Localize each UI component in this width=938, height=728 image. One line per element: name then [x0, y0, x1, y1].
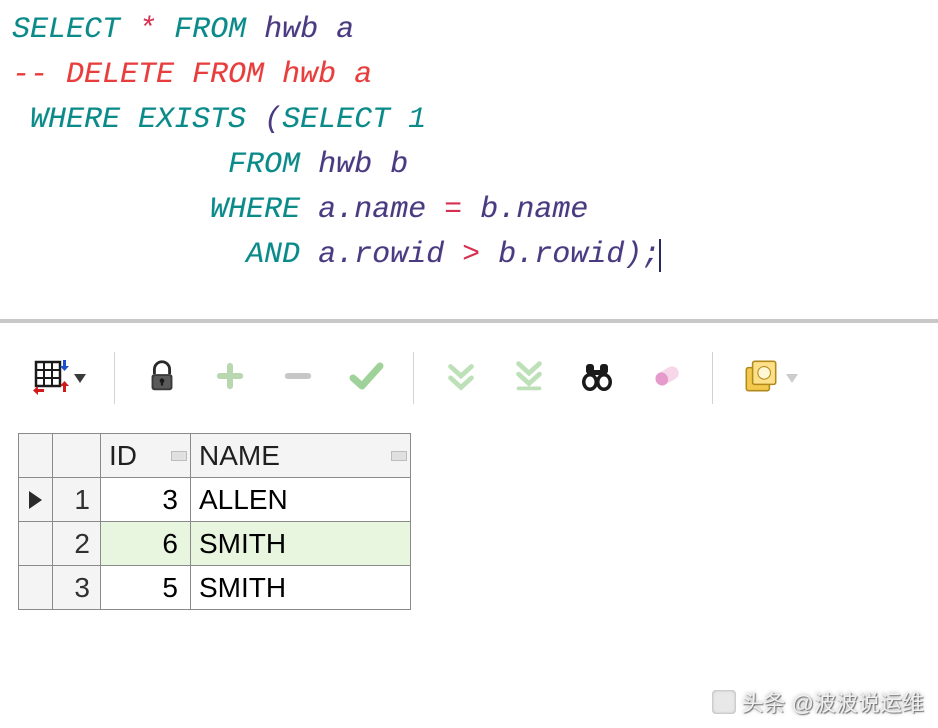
chevron-down-icon: [786, 374, 798, 383]
keyword-exists: EXISTS: [138, 103, 246, 137]
op-gt: >: [462, 238, 480, 272]
pill-icon: [646, 357, 684, 400]
dot: .: [336, 193, 354, 227]
ident-rowid: rowid: [354, 238, 444, 272]
column-label: ID: [109, 440, 137, 471]
dot: .: [336, 238, 354, 272]
keyword-where: WHERE: [210, 193, 300, 227]
ident-hwb: hwb: [264, 13, 318, 47]
dot: .: [498, 193, 516, 227]
row-indicator: [19, 478, 53, 522]
results-grid-wrap: ID NAME 1 3 ALLEN 2 6 SMITH 3 5 SMITH: [0, 423, 938, 610]
semicolon: ;: [642, 238, 660, 272]
lock-button[interactable]: [137, 357, 187, 399]
ident-name: name: [354, 193, 426, 227]
find-button[interactable]: [572, 357, 622, 399]
ident-name: name: [516, 193, 588, 227]
minus-icon: [281, 359, 315, 398]
keyword-and: AND: [246, 238, 300, 272]
cell-id[interactable]: 6: [101, 522, 191, 566]
plus-icon: [213, 359, 247, 398]
chevron-down-icon: [74, 374, 86, 383]
literal-1: 1: [408, 103, 426, 137]
ident-rowid: rowid: [534, 238, 624, 272]
keyword-select: SELECT: [282, 103, 390, 137]
row-number: 1: [53, 478, 101, 522]
text-cursor: [659, 239, 661, 272]
double-chevron-down-icon: [442, 357, 480, 400]
toolbar-separator: [413, 352, 414, 404]
paren-close: ): [624, 238, 642, 272]
code-line: WHERE a.name = b.name: [12, 188, 926, 233]
watermark: 头条 @波波说运维: [712, 686, 924, 718]
double-chevron-down-bar-icon: [510, 357, 548, 400]
watermark-text: 头条 @波波说运维: [742, 686, 924, 718]
alias-b: b: [390, 148, 408, 182]
row-number: 2: [53, 522, 101, 566]
paren-open: (: [264, 103, 282, 137]
keyword-from: FROM: [228, 148, 300, 182]
grid-icon: [30, 356, 70, 401]
add-row-button[interactable]: [205, 357, 255, 399]
delete-row-button[interactable]: [273, 357, 323, 399]
code-line: WHERE EXISTS (SELECT 1: [12, 98, 926, 143]
row-number: 3: [53, 566, 101, 610]
filter-button[interactable]: [640, 357, 690, 399]
cell-name[interactable]: SMITH: [191, 522, 411, 566]
toolbar-separator: [712, 352, 713, 404]
column-options-icon[interactable]: [391, 451, 407, 461]
export-icon: [740, 355, 782, 402]
export-button[interactable]: [735, 357, 803, 399]
cell-name[interactable]: ALLEN: [191, 478, 411, 522]
op-eq: =: [444, 193, 462, 227]
comment-text: DELETE FROM hwb a: [66, 58, 372, 92]
column-header-id[interactable]: ID: [101, 434, 191, 478]
ident-b: b: [498, 238, 516, 272]
code-line: SELECT * FROM hwb a: [12, 8, 926, 53]
keyword-from: FROM: [174, 13, 246, 47]
alias-a: a: [336, 13, 354, 47]
comment-dash: --: [12, 58, 66, 92]
ident-b: b: [480, 193, 498, 227]
sql-editor[interactable]: SELECT * FROM hwb a -- DELETE FROM hwb a…: [0, 0, 938, 323]
check-icon: [346, 356, 386, 401]
watermark-logo-icon: [712, 690, 736, 714]
results-toolbar: [0, 323, 938, 423]
column-header-name[interactable]: NAME: [191, 434, 411, 478]
current-row-pointer-icon: [29, 491, 42, 509]
keyword-where: WHERE: [30, 103, 120, 137]
ident-a: a: [318, 238, 336, 272]
grid-view-button[interactable]: [24, 357, 92, 399]
table-header-row: ID NAME: [19, 434, 411, 478]
row-indicator: [19, 522, 53, 566]
ident-hwb: hwb: [318, 148, 372, 182]
dot: .: [516, 238, 534, 272]
table-row[interactable]: 1 3 ALLEN: [19, 478, 411, 522]
cell-id[interactable]: 5: [101, 566, 191, 610]
column-label: NAME: [199, 440, 280, 471]
binoculars-icon: [577, 356, 617, 401]
fetch-all-button[interactable]: [504, 357, 554, 399]
fetch-next-button[interactable]: [436, 357, 486, 399]
star-token: *: [138, 13, 156, 47]
row-number-header: [53, 434, 101, 478]
row-indicator: [19, 566, 53, 610]
table-row[interactable]: 3 5 SMITH: [19, 566, 411, 610]
keyword-select: SELECT: [12, 13, 120, 47]
results-table[interactable]: ID NAME 1 3 ALLEN 2 6 SMITH 3 5 SMITH: [18, 433, 411, 610]
lock-icon: [143, 357, 181, 400]
row-indicator-header: [19, 434, 53, 478]
cell-id[interactable]: 3: [101, 478, 191, 522]
cell-name[interactable]: SMITH: [191, 566, 411, 610]
table-row[interactable]: 2 6 SMITH: [19, 522, 411, 566]
commit-button[interactable]: [341, 357, 391, 399]
ident-a: a: [318, 193, 336, 227]
code-line: AND a.rowid > b.rowid);: [12, 233, 926, 278]
toolbar-separator: [114, 352, 115, 404]
column-options-icon[interactable]: [171, 451, 187, 461]
code-line: -- DELETE FROM hwb a: [12, 53, 926, 98]
code-line: FROM hwb b: [12, 143, 926, 188]
